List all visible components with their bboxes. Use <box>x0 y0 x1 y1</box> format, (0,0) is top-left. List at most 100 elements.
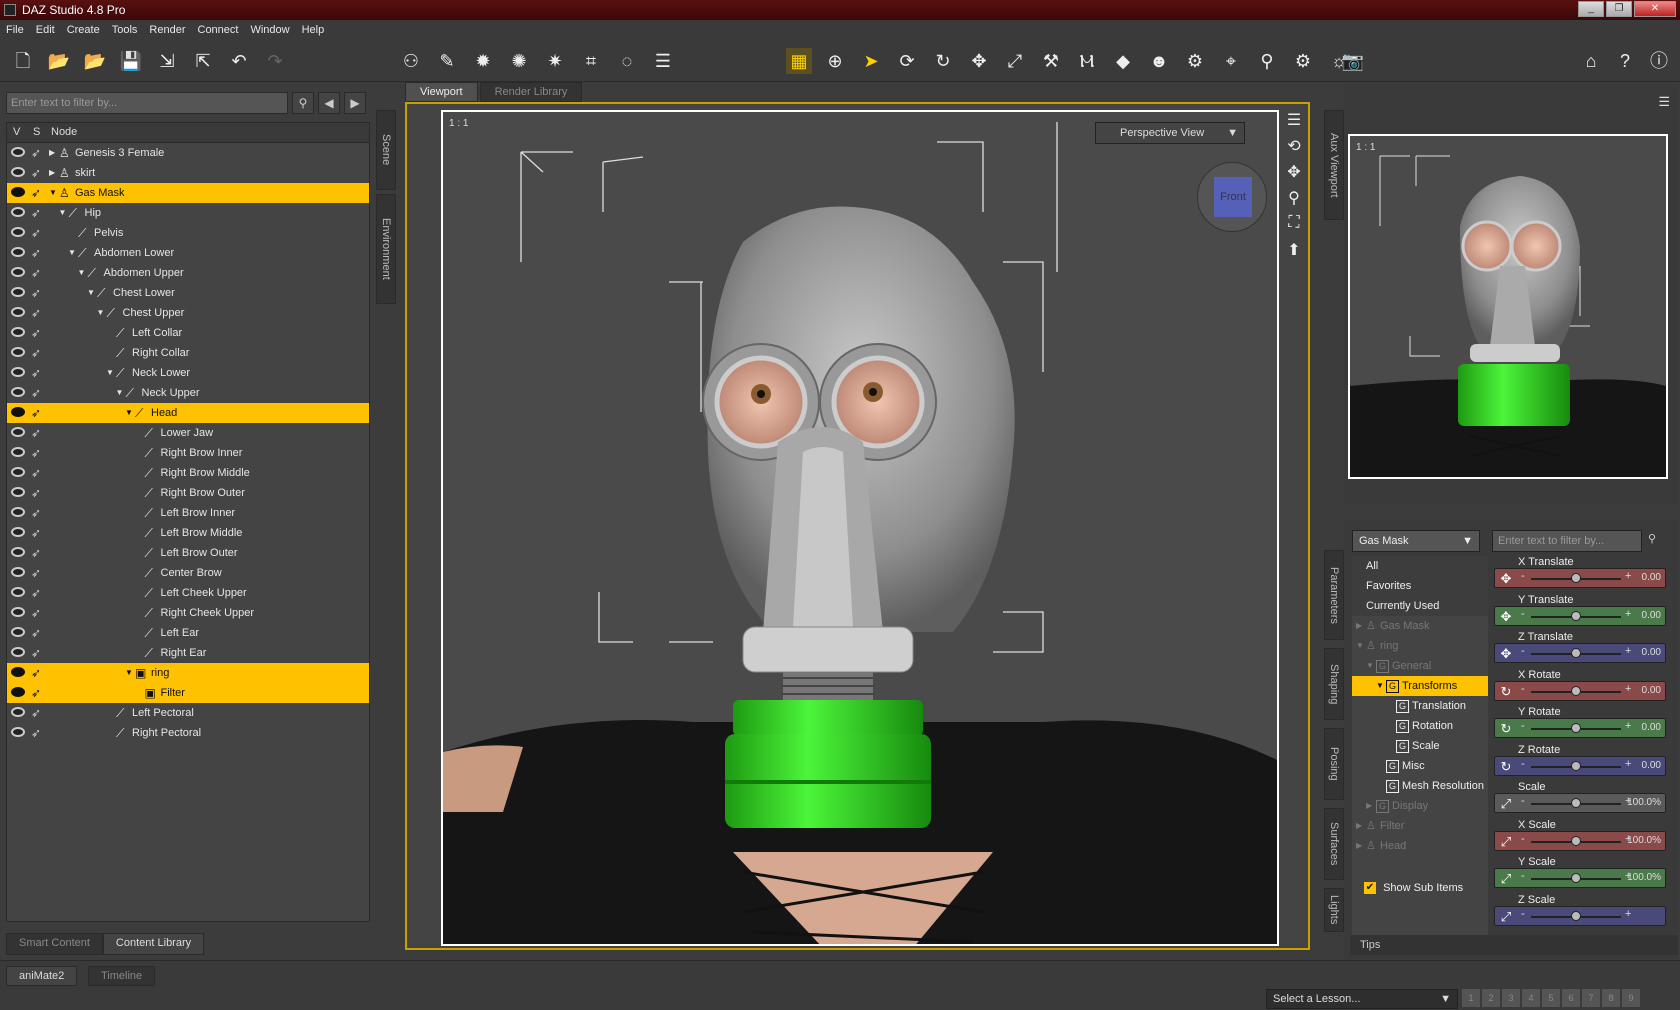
scene-node-row[interactable]: ➶ ⟋ Left Pectoral <box>7 703 369 723</box>
slider-knob[interactable] <box>1571 723 1581 733</box>
selectable-arrow-icon[interactable]: ➶ <box>31 483 41 503</box>
slider-track[interactable]: ⤢ - +100.0% <box>1494 830 1666 851</box>
decrement-icon[interactable]: - <box>1521 795 1525 807</box>
slider-value[interactable]: 0.00 <box>1642 722 1661 733</box>
redo-icon[interactable]: ↷ <box>262 48 288 74</box>
undo-icon[interactable]: ↶ <box>226 48 252 74</box>
scene-node-row[interactable]: ➶ ⟋ Left Cheek Upper <box>7 583 369 603</box>
slider-knob[interactable] <box>1571 873 1581 883</box>
orbit-icon[interactable]: ↻ <box>930 48 956 74</box>
selectable-arrow-icon[interactable]: ➶ <box>31 643 41 663</box>
scene-node-row[interactable]: ➶ ▼ ▣ ring <box>7 663 369 683</box>
menu-window[interactable]: Window <box>244 24 295 36</box>
visibility-eye-icon[interactable] <box>11 487 25 497</box>
selectable-arrow-icon[interactable]: ➶ <box>31 503 41 523</box>
selectable-arrow-icon[interactable]: ➶ <box>31 543 41 563</box>
scene-node-row[interactable]: ➶ ⟋ Pelvis <box>7 223 369 243</box>
tab-shaping[interactable]: Shaping <box>1324 648 1344 720</box>
tab-smart-content[interactable]: Smart Content <box>6 933 103 955</box>
visibility-eye-icon[interactable] <box>11 567 25 577</box>
visibility-eye-icon[interactable] <box>11 407 25 417</box>
parameter-group-row[interactable]: ▶ ♙ Filter <box>1352 816 1488 836</box>
merge-icon[interactable]: 📂 <box>82 48 108 74</box>
tab-lights[interactable]: Lights <box>1324 888 1344 932</box>
tab-viewport[interactable]: Viewport <box>405 82 478 102</box>
visibility-eye-icon[interactable] <box>11 187 25 197</box>
scene-node-row[interactable]: ➶ ▼ ♙ Gas Mask <box>7 183 369 203</box>
pointer-icon[interactable]: ⚲ <box>1254 48 1280 74</box>
expand-arrow-icon[interactable]: ▶ <box>49 163 55 183</box>
zoom-nav-icon[interactable]: ⚲ <box>1282 188 1306 214</box>
decrement-icon[interactable]: - <box>1521 683 1525 695</box>
lesson-page-button[interactable]: 4 <box>1522 989 1540 1007</box>
scene-node-row[interactable]: ➶ ▼ ⟋ Neck Upper <box>7 383 369 403</box>
figure-icon[interactable]: ⚇ <box>398 48 424 74</box>
scene-node-row[interactable]: ➶ ⟋ Lower Jaw <box>7 423 369 443</box>
parameter-group-row[interactable]: G Rotation <box>1352 716 1488 736</box>
visibility-eye-icon[interactable] <box>11 507 25 517</box>
minimize-button[interactable]: _ <box>1578 1 1604 17</box>
collapse-arrow-icon[interactable]: ▼ <box>59 203 67 223</box>
scene-node-row[interactable]: ➶ ▣ Filter <box>7 683 369 703</box>
view-cube[interactable]: Front <box>1197 162 1267 232</box>
visibility-eye-icon[interactable] <box>11 287 25 297</box>
lesson-page-button[interactable]: 7 <box>1582 989 1600 1007</box>
visibility-eye-icon[interactable] <box>11 707 25 717</box>
render-camera-icon[interactable]: ⌖ <box>1218 48 1244 74</box>
scene-node-row[interactable]: ➶ ⟋ Right Brow Inner <box>7 443 369 463</box>
slider-knob[interactable] <box>1571 648 1581 658</box>
collapse-arrow-icon[interactable]: ▼ <box>116 383 124 403</box>
selectable-arrow-icon[interactable]: ➶ <box>31 323 41 343</box>
lesson-page-button[interactable]: 9 <box>1622 989 1640 1007</box>
aux-viewport-canvas[interactable]: 1 : 1 <box>1348 134 1668 479</box>
slider-value[interactable]: 100.0% <box>1627 872 1661 883</box>
collapse-arrow-icon[interactable]: ▼ <box>68 243 76 263</box>
visibility-eye-icon[interactable] <box>11 147 25 157</box>
selectable-arrow-icon[interactable]: ➶ <box>31 383 41 403</box>
rotate-icon[interactable]: ↻ <box>1498 721 1514 737</box>
menu-render[interactable]: Render <box>143 24 191 36</box>
tab-animate2[interactable]: aniMate2 <box>6 966 78 986</box>
scale-icon[interactable]: ⤢ <box>1498 834 1514 850</box>
selectable-arrow-icon[interactable]: ➶ <box>31 623 41 643</box>
visibility-eye-icon[interactable] <box>11 647 25 657</box>
parameter-group-row[interactable]: G Misc <box>1352 756 1488 776</box>
scene-node-row[interactable]: ➶ ▶ ♙ skirt <box>7 163 369 183</box>
parameter-group-row[interactable]: G Translation <box>1352 696 1488 716</box>
figure-setup-icon[interactable]: ⚙ <box>1182 48 1208 74</box>
increment-icon[interactable]: + <box>1625 720 1631 732</box>
visibility-eye-icon[interactable] <box>11 467 25 477</box>
open-icon[interactable]: 📂 <box>46 48 72 74</box>
collapse-arrow-icon[interactable]: ▼ <box>49 183 57 203</box>
visibility-eye-icon[interactable] <box>11 207 25 217</box>
translate-icon[interactable]: ✥ <box>1498 646 1514 662</box>
viewport-canvas[interactable]: 1 : 1 Perspective View ▼ Front <box>441 110 1279 946</box>
scale-icon[interactable]: ⤢ <box>1498 796 1514 812</box>
collapse-arrow-icon[interactable]: ▼ <box>1376 676 1384 696</box>
menu-help[interactable]: Help <box>296 24 331 36</box>
tab-environment[interactable]: Environment <box>376 194 396 304</box>
selectable-arrow-icon[interactable]: ➶ <box>31 143 41 163</box>
scene-node-row[interactable]: ➶ ⟋ Left Collar <box>7 323 369 343</box>
selectable-arrow-icon[interactable]: ➶ <box>31 463 41 483</box>
slider-value[interactable]: 0.00 <box>1642 572 1661 583</box>
parameter-group-row[interactable]: Currently Used <box>1352 596 1488 616</box>
visibility-eye-icon[interactable] <box>11 687 25 697</box>
reset-nav-icon[interactable]: ⬆ <box>1282 240 1306 266</box>
visibility-eye-icon[interactable] <box>11 347 25 357</box>
translate-icon[interactable]: ✥ <box>1498 609 1514 625</box>
slider-value[interactable]: 100.0% <box>1627 797 1661 808</box>
slider-track[interactable]: ↻ - +0.00 <box>1494 755 1666 776</box>
collapse-arrow-icon[interactable]: ▼ <box>97 303 105 323</box>
light-icon[interactable]: ✎ <box>434 48 460 74</box>
visibility-eye-icon[interactable] <box>11 167 25 177</box>
scale-icon[interactable]: ⤢ <box>1498 871 1514 887</box>
lesson-page-button[interactable]: 3 <box>1502 989 1520 1007</box>
spot-render-icon[interactable]: ⚙ <box>1290 48 1316 74</box>
decrement-icon[interactable]: - <box>1521 720 1525 732</box>
visibility-eye-icon[interactable] <box>11 367 25 377</box>
slider-value[interactable]: 0.00 <box>1642 685 1661 696</box>
menu-connect[interactable]: Connect <box>192 24 245 36</box>
selectable-arrow-icon[interactable]: ➶ <box>31 523 41 543</box>
selectable-arrow-icon[interactable]: ➶ <box>31 183 41 203</box>
